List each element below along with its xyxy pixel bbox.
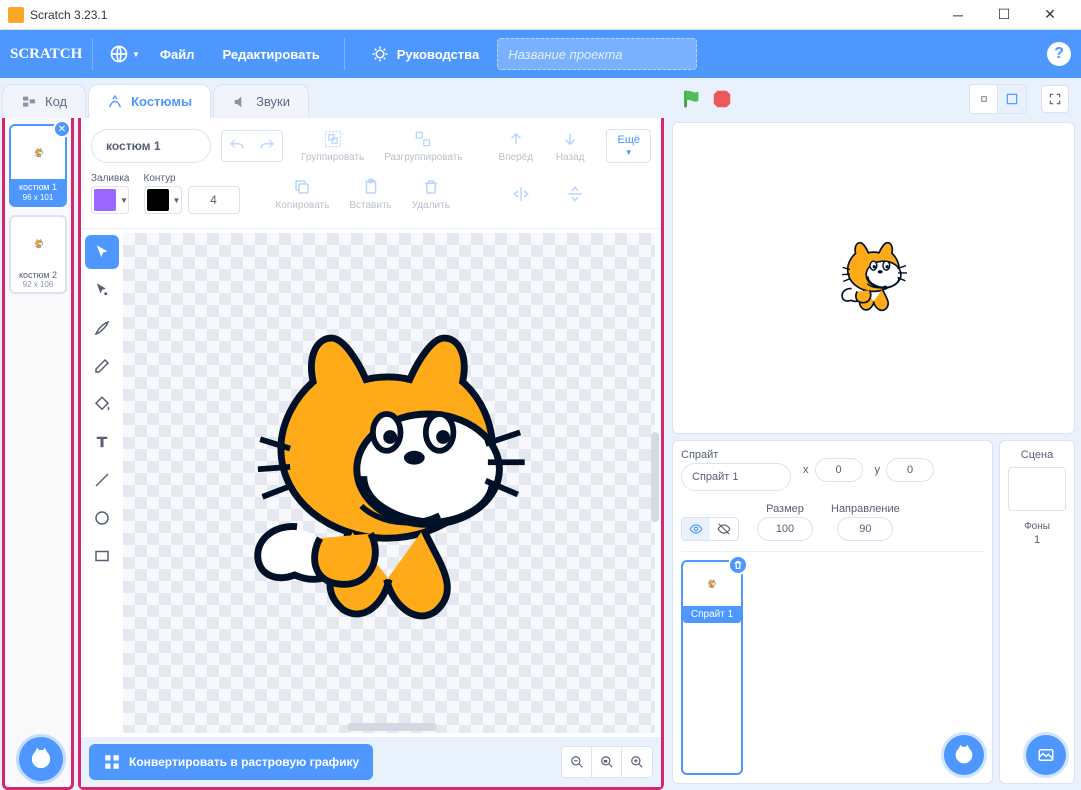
text-tool[interactable]: [85, 425, 119, 459]
delete-costume-icon[interactable]: ✕: [53, 120, 71, 138]
stop-button[interactable]: [711, 88, 733, 110]
stage-thumb[interactable]: [1008, 467, 1066, 511]
delete-button[interactable]: Удалить: [404, 174, 458, 213]
forward-button[interactable]: Вперёд: [491, 126, 542, 165]
scratch-logo[interactable]: SCRATCH: [10, 42, 80, 66]
stage-small-button[interactable]: [970, 85, 998, 113]
copy-button[interactable]: Копировать: [268, 174, 338, 213]
help-button[interactable]: ?: [1047, 42, 1071, 66]
visibility-toggle[interactable]: [681, 517, 739, 541]
paint-canvas[interactable]: [123, 229, 661, 737]
zoom-in-button[interactable]: [622, 747, 652, 777]
convert-bitmap-button[interactable]: Конвертировать в растровую графику: [89, 744, 373, 780]
flip-v-button[interactable]: [550, 181, 600, 207]
canvas-scrollbar-v[interactable]: [651, 432, 659, 522]
tab-code[interactable]: Код: [2, 84, 86, 118]
canvas-scrollbar-h[interactable]: [347, 723, 437, 731]
tab-costumes[interactable]: Костюмы: [88, 84, 211, 118]
edit-menu[interactable]: Редактировать: [211, 47, 332, 62]
brush-tool[interactable]: [85, 311, 119, 345]
fill-color-picker[interactable]: ▼: [91, 186, 129, 214]
language-menu[interactable]: ▼: [105, 40, 144, 68]
costume-item[interactable]: ✕ костюм 196 x 101: [9, 124, 67, 207]
fill-tool[interactable]: [85, 387, 119, 421]
paint-tool-palette: [81, 229, 123, 737]
sprite-y-input[interactable]: [886, 458, 934, 482]
window-minimize[interactable]: ─: [935, 0, 981, 30]
outline-color-picker[interactable]: ▼: [144, 186, 182, 214]
sprite-tile[interactable]: Спрайт 1: [681, 560, 743, 775]
group-button[interactable]: Группировать: [293, 126, 372, 165]
stage-panel: Сцена Фоны 1: [999, 440, 1075, 784]
add-costume-button[interactable]: [19, 737, 63, 781]
show-sprite-button[interactable]: [682, 518, 710, 540]
costume-item[interactable]: костюм 2 92 x 106: [9, 215, 67, 294]
sprite-info-panel: Спрайт x y: [672, 440, 993, 784]
rect-tool[interactable]: [85, 539, 119, 573]
delete-sprite-icon[interactable]: [728, 555, 748, 575]
ungroup-button[interactable]: Разгруппировать: [376, 126, 470, 165]
stage-preview[interactable]: [672, 122, 1075, 434]
redo-button[interactable]: [252, 131, 282, 161]
eraser-tool[interactable]: [85, 349, 119, 383]
sprite-direction-input[interactable]: [837, 517, 893, 541]
paste-button[interactable]: Вставить: [341, 174, 399, 213]
costume-list: ✕ костюм 196 x 101 костюм 2 92 x 106: [2, 118, 74, 790]
costume-name-input[interactable]: [91, 129, 211, 163]
sprite-size-input[interactable]: [757, 517, 813, 541]
project-title-input[interactable]: [497, 38, 697, 70]
svg-text:=: =: [604, 759, 607, 764]
backward-button[interactable]: Назад: [545, 126, 595, 165]
more-button[interactable]: Ещё▼: [606, 129, 651, 163]
undo-button[interactable]: [222, 131, 252, 161]
add-sprite-button[interactable]: [944, 735, 984, 775]
green-flag-button[interactable]: [681, 88, 703, 110]
reshape-tool[interactable]: [85, 273, 119, 307]
zoom-reset-button[interactable]: =: [592, 747, 622, 777]
stage-large-button[interactable]: [998, 85, 1026, 113]
sprite-x-input[interactable]: [815, 458, 863, 482]
hide-sprite-button[interactable]: [710, 518, 738, 540]
tutorials-button[interactable]: Руководства: [357, 45, 494, 63]
window-maximize[interactable]: ☐: [981, 0, 1027, 30]
flip-h-button[interactable]: [496, 181, 546, 207]
app-icon: [8, 7, 24, 23]
outline-width-input[interactable]: [188, 186, 240, 214]
window-close[interactable]: ✕: [1027, 0, 1073, 30]
circle-tool[interactable]: [85, 501, 119, 535]
tab-sounds[interactable]: Звуки: [213, 84, 309, 118]
window-title: Scratch 3.23.1: [30, 8, 935, 22]
zoom-out-button[interactable]: [562, 747, 592, 777]
sprite-name-input[interactable]: [681, 463, 791, 491]
add-backdrop-button[interactable]: [1026, 735, 1066, 775]
line-tool[interactable]: [85, 463, 119, 497]
fullscreen-button[interactable]: [1041, 85, 1069, 113]
file-menu[interactable]: Файл: [148, 47, 207, 62]
select-tool[interactable]: [85, 235, 119, 269]
